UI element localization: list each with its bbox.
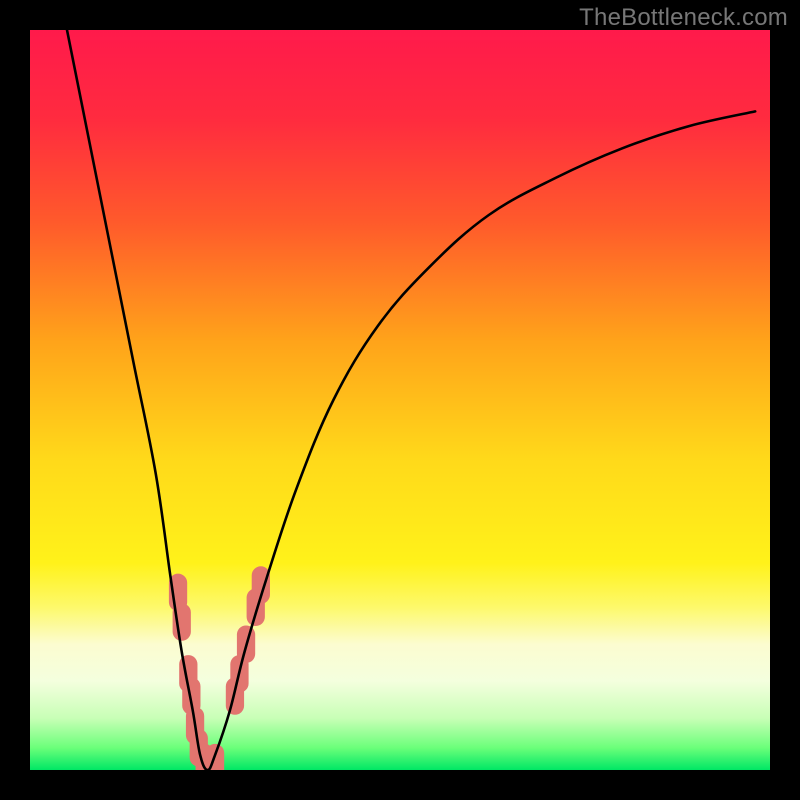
plot-area — [30, 30, 770, 770]
chart-frame: TheBottleneck.com — [0, 0, 800, 800]
bottleneck-curve — [67, 30, 755, 770]
chart-svg — [30, 30, 770, 770]
watermark-text: TheBottleneck.com — [579, 4, 788, 32]
